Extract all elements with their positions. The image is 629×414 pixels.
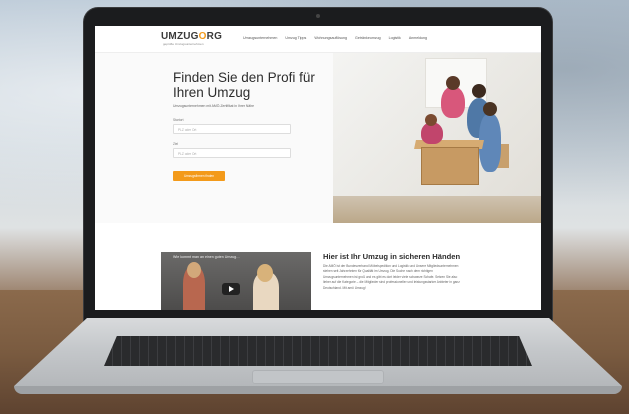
site-logo[interactable]: UMZUGORG [161,31,222,42]
video-person-head [187,262,201,278]
hero-title: Finden Sie den Profi für Ihren Umzug [173,70,315,100]
laptop-screen: UMZUGORG geprüfte Umzugsunternehmen Umzu… [95,26,541,310]
to-label: Ziel [173,142,179,146]
photo-person-head [483,102,497,116]
trackpad [252,370,384,384]
nav-item-logistik[interactable]: Logistik [389,36,401,40]
nav-item-umzug-tipps[interactable]: Umzug Tipps [285,36,306,40]
nav-item-umzugsunternehmen[interactable]: Umzugsunternehmen [243,36,277,40]
photo-person [441,86,465,118]
play-icon[interactable] [222,283,240,295]
video-person-head [257,264,273,282]
section-text: Die AMÖ ist der Bundesverband Möbelspedi… [323,264,460,290]
main-nav: Umzugsunternehmen Umzug Tipps Wohnungsau… [243,36,427,40]
webcam-icon [316,14,320,18]
nav-item-getraenkeumzug[interactable]: Getränkeumzug [355,36,381,40]
photo-floor [333,196,541,223]
logo-tagline: geprüfte Umzugsunternehmen [163,42,204,46]
photo-person-head [446,76,460,90]
section-title: Hier ist Ihr Umzug in sicheren Händen [323,252,461,261]
video-title[interactable]: Wie kommt man an einen guten Umzug… [173,255,240,259]
keyboard [104,336,532,366]
to-input[interactable]: PLZ oder Ort [173,148,291,158]
hero-subtitle: Umzugsunternehmen mit AMÖ-Zertifikat in … [173,104,255,108]
photo-person-head [472,84,486,98]
laptop-base-edge [14,386,622,394]
from-input[interactable]: PLZ oder Ort [173,124,291,134]
photo-child-head [425,114,437,126]
find-movers-button[interactable]: Umzugsfirmen finden [173,171,225,181]
from-label: Startort [173,118,184,122]
photo-moving-box [421,147,479,185]
nav-item-wohnungsaufloesung[interactable]: Wohnungsauflösung [314,36,347,40]
site-header: UMZUGORG geprüfte Umzugsunternehmen Umzu… [95,26,541,53]
nav-item-anmeldung[interactable]: Anmeldung [409,36,427,40]
